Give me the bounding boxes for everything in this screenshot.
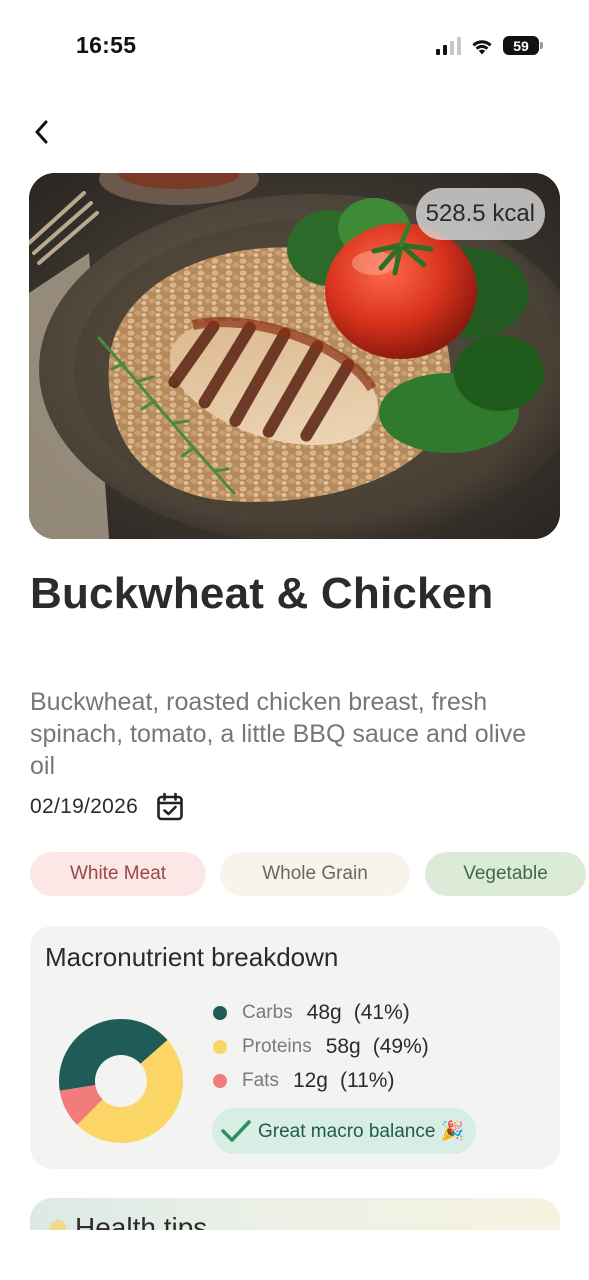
date-row: 02/19/2026 [30,792,184,822]
status-icons: 59 [436,36,543,55]
screen-bottom [0,1230,589,1280]
dish-date: 02/19/2026 [30,795,139,818]
macro-balance-label: Great macro balance 🎉 [258,1121,465,1142]
legend-grams: 12g [292,1069,328,1092]
legend-name: Fats [242,1070,279,1091]
legend-percent: (41%) [353,1001,410,1024]
signal-icon [436,36,461,55]
status-time: 16:55 [76,32,137,58]
carbs-dot [213,1006,227,1020]
chevron-left-icon [35,120,48,144]
tag-whole-grain[interactable]: Whole Grain [220,852,410,896]
legend-row-proteins: Proteins 58g (49%) [213,1030,429,1064]
back-button[interactable] [22,110,62,154]
battery-level: 59 [513,37,529,54]
kcal-badge: 528.5 kcal [415,188,545,240]
legend-name: Proteins [242,1036,312,1057]
legend-row-fats: Fats 12g (11%) [213,1064,429,1098]
macro-title: Macronutrient breakdown [45,942,339,972]
dish-title: Buckwheat & Chicken [30,569,494,618]
tag-white-meat[interactable]: White Meat [30,852,206,896]
calendar-check-icon[interactable] [156,792,184,822]
macro-card: Macronutrient breakdown Carbs 48g (41%) … [30,926,560,1169]
dish-description: Buckwheat, roasted chicken breast, fresh… [30,688,527,780]
macro-donut-chart [58,1019,184,1143]
legend-grams: 48g [306,1001,342,1024]
macro-legend: Carbs 48g (41%) Proteins 58g (49%) Fats … [213,996,429,1098]
proteins-dot [213,1040,227,1054]
legend-grams: 58g [325,1035,361,1058]
tag-vegetable[interactable]: Vegetable [425,852,586,896]
battery-icon: 59 [503,36,543,55]
status-bar: 16:55 59 [0,0,589,96]
macro-balance-badge: Great macro balance 🎉 [212,1108,477,1154]
legend-row-carbs: Carbs 48g (41%) [213,996,429,1030]
wifi-icon [472,39,492,54]
legend-percent: (49%) [372,1035,429,1058]
checkmark-icon [221,1120,251,1142]
tag-list: White Meat Whole Grain Vegetable [30,852,589,896]
legend-name: Carbs [242,1002,293,1023]
legend-percent: (11%) [340,1069,395,1092]
fats-dot [213,1074,227,1088]
dish-photo: 528.5 kcal [29,173,560,539]
